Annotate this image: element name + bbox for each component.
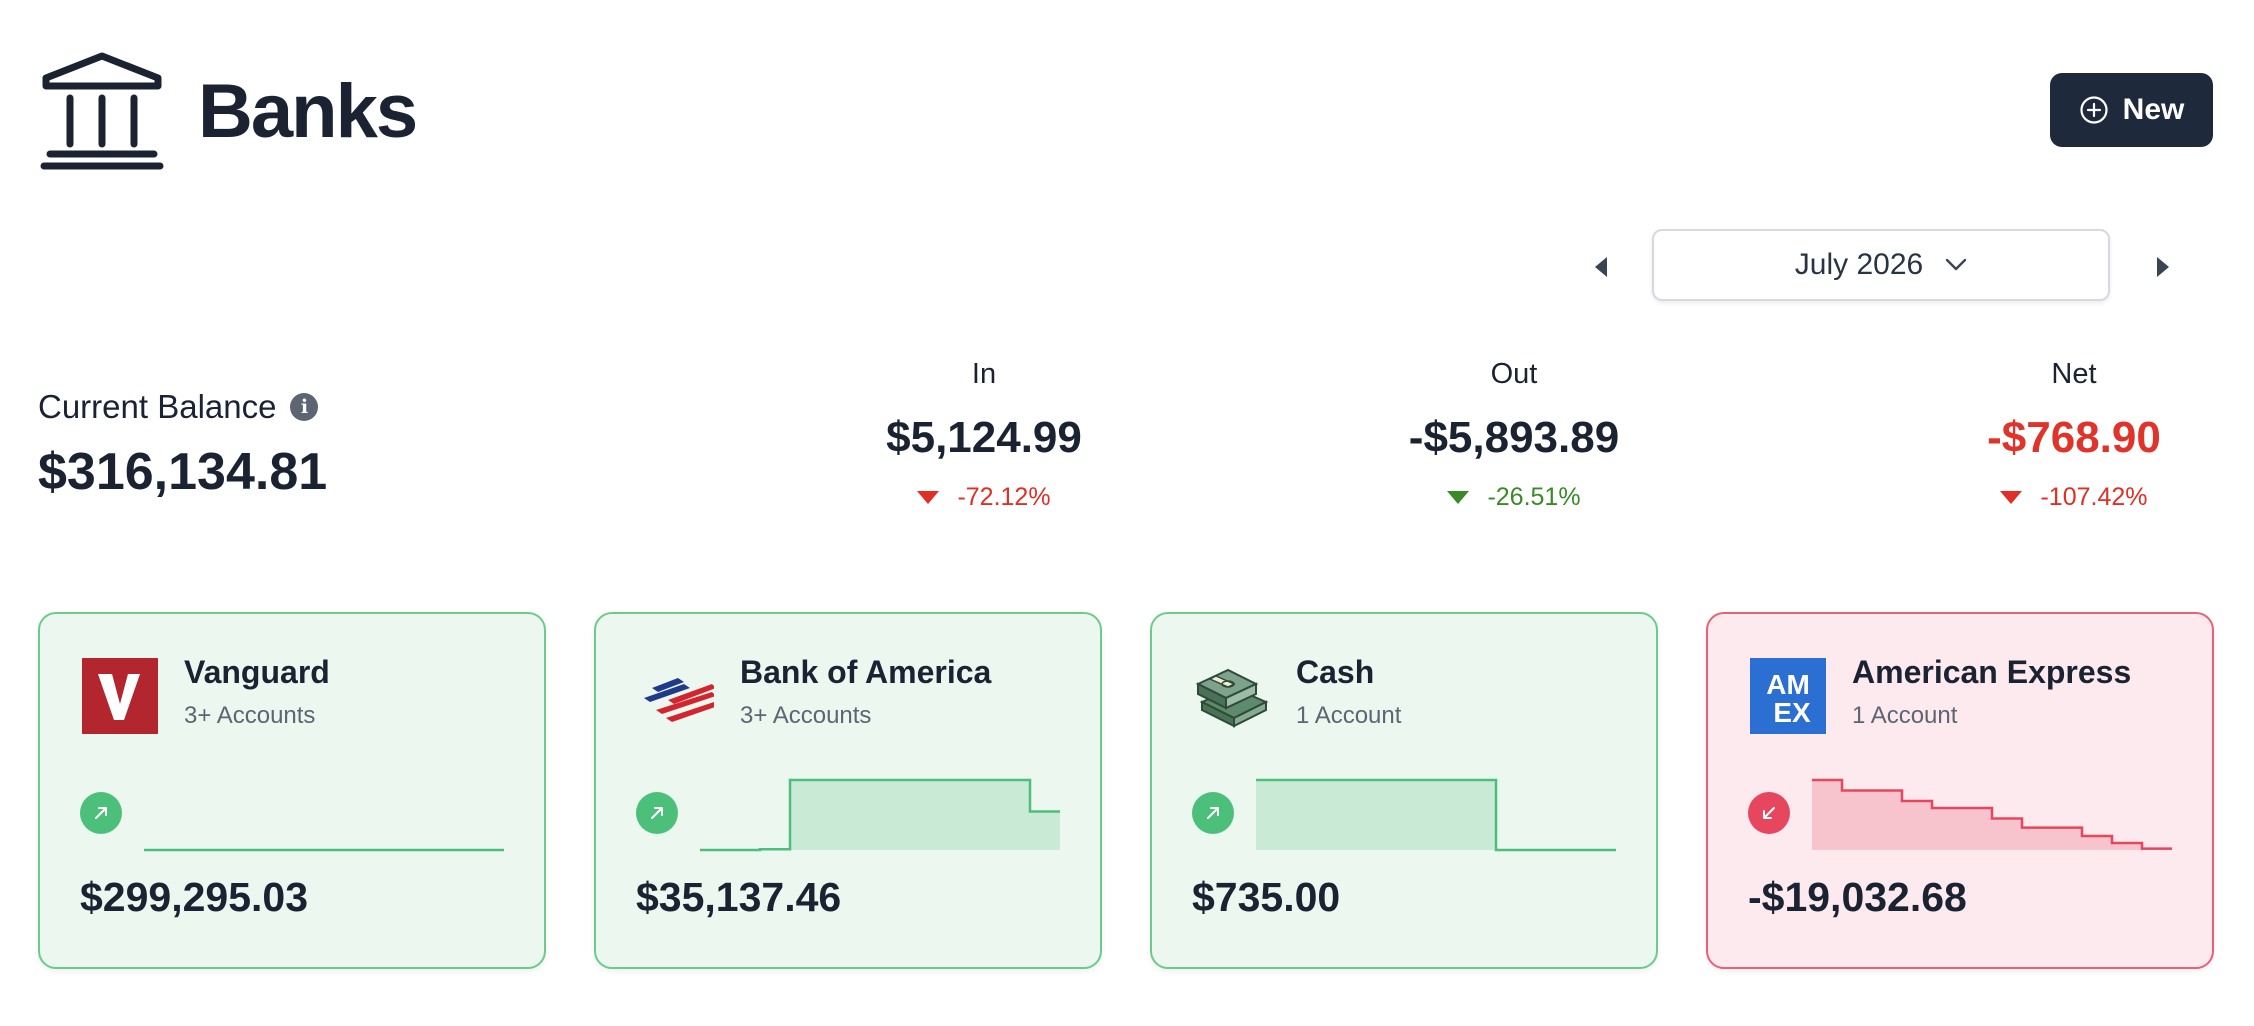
bank-balance: $735.00 [1192,874,1341,920]
arrow-down-icon [917,491,940,504]
trend-up-icon [80,792,122,834]
previous-month-button[interactable] [1586,250,1616,284]
bank-balance: $299,295.03 [80,874,309,920]
next-month-button[interactable] [2148,250,2178,284]
bank-card-american-express[interactable]: AM EX American Express 1 Account -$19,03… [1706,612,2214,969]
sparkline-chart [144,848,504,852]
stat-label: In [971,358,997,390]
stat-change-value: -72.12% [957,483,1051,511]
bank-building-icon [40,52,164,170]
stat-in: In $5,124.99 -72.12% [804,358,1164,512]
stat-out: Out -$5,893.89 -26.51% [1334,358,1694,512]
stat-change-value: -26.51% [1487,483,1581,511]
bank-of-america-logo [638,658,718,734]
stat-value: -$768.90 [1987,413,2161,462]
account-count: 1 Account [1296,702,1402,729]
plus-circle-icon [2080,96,2108,124]
bank-card-cash[interactable]: Cash 1 Account $735.00 [1150,612,1658,969]
caret-left-icon [1595,257,1607,277]
stat-change: -72.12% [804,483,1164,512]
caret-right-icon [2157,257,2169,277]
stat-label: Net [2051,358,2097,390]
bank-name: Cash [1296,654,1375,690]
stat-net: Net -$768.90 -107.42% [1894,358,2254,512]
trend-up-icon [1192,792,1234,834]
bank-balance: -$19,032.68 [1748,874,1967,920]
account-count: 3+ Accounts [740,702,872,729]
bank-balance: $35,137.46 [636,874,842,920]
sparkline-chart [1812,778,2172,850]
bank-card-vanguard[interactable]: Vanguard 3+ Accounts $299,295.03 [38,612,546,969]
page-title: Banks [198,69,418,154]
stat-value: -$5,893.89 [1408,413,1620,462]
arrow-down-icon [2000,491,2023,504]
account-count: 3+ Accounts [184,702,316,729]
info-icon[interactable]: i [290,393,319,421]
arrow-down-icon [1447,491,1470,504]
account-count: 1 Account [1852,702,1958,729]
stat-change-value: -107.42% [2040,483,2148,511]
stat-change: -107.42% [1894,483,2254,512]
current-balance-label: Current Balance i [38,388,319,426]
bank-name: American Express [1852,654,2132,690]
current-balance-value: $316,134.81 [38,443,328,501]
sparkline-chart [700,778,1060,852]
trend-up-icon [636,792,678,834]
new-button[interactable]: New [2050,73,2213,147]
sparkline-area [700,780,1060,850]
trend-down-icon [1748,792,1790,834]
american-express-logo: AM EX [1750,658,1826,734]
month-dropdown-value: July 2026 [1794,248,1924,281]
sparkline-chart [1256,778,1616,852]
month-dropdown[interactable]: July 2026 [1652,229,2110,301]
bank-name: Vanguard [184,654,330,690]
current-balance-text: Current Balance [38,388,277,425]
svg-text:AM: AM [1766,669,1810,700]
stat-value: $5,124.99 [886,413,1082,462]
new-button-label: New [2122,93,2185,126]
chevron-down-icon [1946,258,1967,271]
bank-card-bank-of-america[interactable]: Bank of America 3+ Accounts $35,137.46 [594,612,1102,969]
bank-name: Bank of America [740,654,992,690]
vanguard-logo [82,658,158,734]
cash-stack-logo [1194,658,1270,734]
svg-text:EX: EX [1773,697,1811,728]
stat-label: Out [1490,358,1538,390]
stat-change: -26.51% [1334,483,1694,512]
sparkline-area [1256,780,1616,850]
